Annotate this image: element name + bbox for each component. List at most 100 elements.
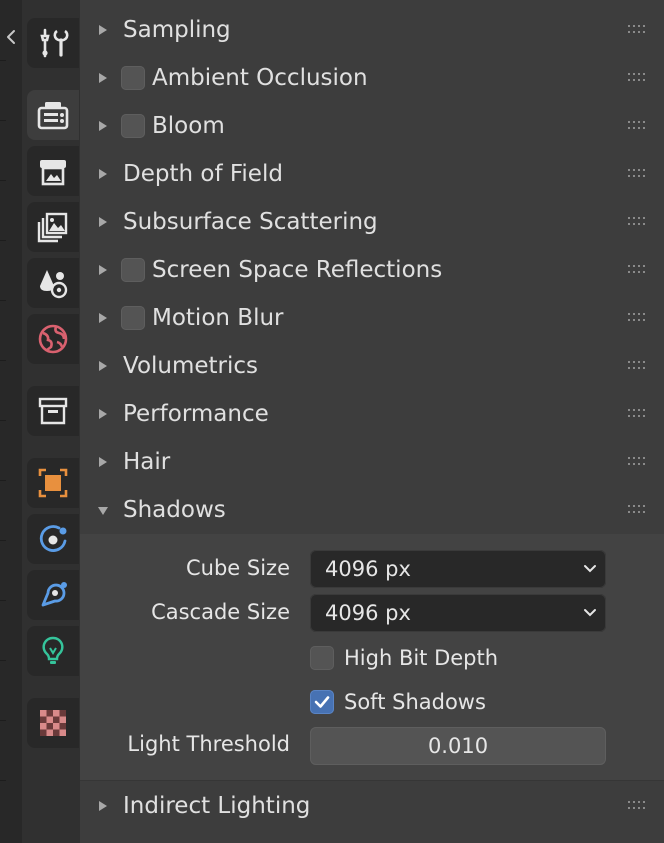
soft-shadows-checkbox[interactable] [310,690,334,714]
wrench-screwdriver-icon [40,28,69,58]
tab-render[interactable] [27,90,79,140]
drag-handle-icon[interactable] [628,73,650,85]
drag-handle-icon[interactable] [628,25,650,37]
grid-line [0,600,6,601]
chevron-left-icon[interactable] [3,27,19,47]
panel-header-shadows[interactable]: Shadows [80,487,664,533]
panel-title: Sampling [123,17,231,43]
panel-title: Hair [123,449,171,475]
grid-line [0,660,6,661]
drag-handle-icon[interactable] [628,457,650,469]
panel-header-ambient-occlusion[interactable]: Ambient Occlusion [80,55,664,101]
disclosure-triangle-right-icon [99,801,107,811]
checkmark-icon [314,696,330,708]
disclosure-triangle-right-icon [99,265,107,275]
drag-handle-icon[interactable] [628,265,650,277]
globe-icon [38,324,68,354]
camera-back-icon [37,102,69,130]
grid-line [0,540,6,541]
cascade-size-value: 4096 px [325,601,411,625]
tab-texture[interactable] [27,698,79,748]
tab-world[interactable] [27,314,79,364]
drag-handle-icon[interactable] [628,801,650,813]
image-stack-icon [37,212,68,243]
tab-collection[interactable] [27,386,79,436]
panel-header-depth-of-field[interactable]: Depth of Field [80,151,664,197]
panel-header-volumetrics[interactable]: Volumetrics [80,343,664,389]
drag-handle-icon[interactable] [628,505,650,517]
tab-constraints[interactable] [27,570,79,620]
cascade-size-label: Cascade Size [151,600,290,624]
cube-size-label: Cube Size [185,556,290,580]
tab-scene[interactable] [27,258,79,308]
grid-line [0,780,6,781]
properties-tab-bar [22,0,80,843]
light-threshold-field[interactable]: 0.010 [310,727,606,765]
panel-header-performance[interactable]: Performance [80,391,664,437]
cascade-size-dropdown[interactable]: 4096 px [310,594,606,632]
disclosure-triangle-right-icon [99,73,107,83]
panel-title: Bloom [152,113,225,139]
high-bit-depth-label: High Bit Depth [344,646,499,670]
disclosure-triangle-right-icon [99,121,107,131]
drag-handle-icon[interactable] [628,313,650,325]
disclosure-triangle-right-icon [99,361,107,371]
cube-size-dropdown[interactable]: 4096 px [310,550,606,588]
grid-line [0,240,6,241]
soft-shadows-toggle[interactable]: Soft Shadows [310,687,486,717]
panel-header-sampling[interactable]: Sampling [80,7,664,53]
panel-title: Shadows [123,497,226,523]
panel-header-subsurface-scattering[interactable]: Subsurface Scattering [80,199,664,245]
tab-output[interactable] [27,146,79,196]
motion-blur-checkbox[interactable] [121,306,145,330]
divider [80,780,664,781]
disclosure-triangle-right-icon [99,25,107,35]
screen-space-reflections-checkbox[interactable] [121,258,145,282]
panel-title: Indirect Lighting [123,793,311,819]
shadows-panel-body: Cube Size 4096 px Cascade Size 4096 px H… [80,534,664,780]
constraint-icon [41,582,67,607]
drag-handle-icon[interactable] [628,169,650,181]
disclosure-triangle-right-icon [99,409,107,419]
disclosure-triangle-down-icon [98,507,108,515]
tab-object[interactable] [27,458,79,508]
bloom-checkbox[interactable] [121,114,145,138]
disclosure-triangle-right-icon [99,313,107,323]
panel-title: Subsurface Scattering [123,209,378,235]
tab-tool[interactable] [27,18,79,68]
panel-header-motion-blur[interactable]: Motion Blur [80,295,664,341]
ambient-occlusion-checkbox[interactable] [121,66,145,90]
panel-header-screen-space-reflections[interactable]: Screen Space Reflections [80,247,664,293]
chevron-down-icon [584,609,596,617]
archive-box-icon [38,397,68,425]
object-square-icon [38,468,68,498]
grid-line [0,120,6,121]
tab-view-layer[interactable] [27,202,79,252]
lightbulb-icon [42,636,64,664]
grid-line [0,60,6,61]
cube-size-value: 4096 px [325,557,411,581]
grid-line [0,300,6,301]
drag-handle-icon[interactable] [628,121,650,133]
grid-line [0,720,6,721]
scene-shapes-icon [40,270,68,299]
grid-line [0,360,6,361]
drag-handle-icon[interactable] [628,361,650,373]
high-bit-depth-checkbox[interactable] [310,646,334,670]
drag-handle-icon[interactable] [628,217,650,229]
panel-title: Performance [123,401,269,427]
panel-title: Screen Space Reflections [152,257,443,283]
drag-handle-icon[interactable] [628,409,650,421]
tab-data[interactable] [27,626,79,676]
grid-line [0,180,6,181]
render-properties-panel: Sampling Ambient Occlusion Bloom Depth o… [80,0,664,843]
panel-header-hair[interactable]: Hair [80,439,664,485]
high-bit-depth-toggle[interactable]: High Bit Depth [310,643,498,673]
panel-header-indirect-lighting[interactable]: Indirect Lighting [80,783,664,829]
soft-shadows-label: Soft Shadows [344,690,486,714]
panel-header-bloom[interactable]: Bloom [80,103,664,149]
properties-editor: Sampling Ambient Occlusion Bloom Depth o… [0,0,664,843]
panel-title: Volumetrics [123,353,259,379]
tab-physics[interactable] [27,514,79,564]
panel-title: Motion Blur [152,305,284,331]
